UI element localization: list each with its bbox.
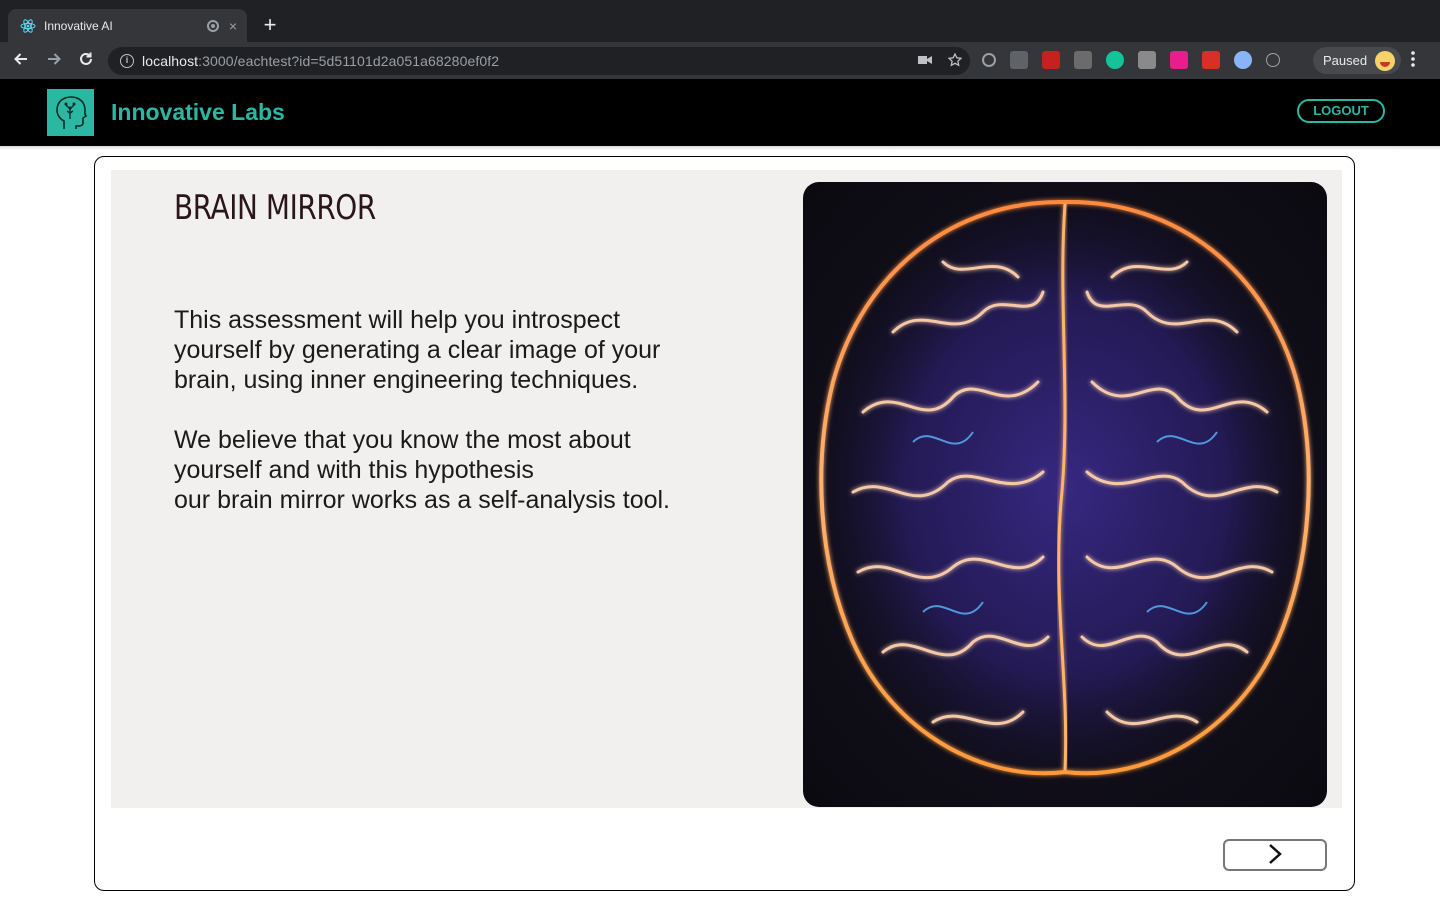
url-path: :3000/eachtest?id=5d51101d2a051a68280ef0… xyxy=(198,53,500,69)
reload-icon[interactable] xyxy=(75,50,97,72)
brand-name[interactable]: Innovative Labs xyxy=(111,99,285,126)
extension-red-icon[interactable] xyxy=(1202,51,1220,69)
browser-tabstrip: Innovative AI × + xyxy=(0,0,1440,42)
react-favicon-icon xyxy=(20,18,36,34)
header-shadow xyxy=(0,146,1440,150)
extension-lock-icon[interactable] xyxy=(1138,51,1156,69)
extension-blue-icon[interactable] xyxy=(1234,51,1252,69)
extension-clock-icon[interactable] xyxy=(1266,53,1280,67)
media-playing-icon xyxy=(206,19,219,32)
tab-close-icon[interactable]: × xyxy=(229,19,237,33)
extension-w-icon[interactable] xyxy=(1170,51,1188,69)
url-host: localhost xyxy=(142,53,199,69)
forward-arrow-icon[interactable] xyxy=(43,50,65,72)
brain-illustration-image xyxy=(803,182,1327,807)
paragraph-line: yourself and with this hypothesis xyxy=(174,456,534,484)
app-header: Innovative Labs LOGOUT xyxy=(0,79,1440,146)
star-icon[interactable] xyxy=(947,52,963,70)
chevron-right-icon xyxy=(1267,843,1283,868)
assessment-card: BRAIN MIRROR This assessment will help y… xyxy=(94,156,1355,891)
profile-avatar-icon xyxy=(1375,50,1396,71)
browser-toolbar: i localhost:3000/eachtest?id=5d51101d2a0… xyxy=(0,42,1440,79)
address-bar[interactable]: i localhost:3000/eachtest?id=5d51101d2a0… xyxy=(108,47,970,75)
logout-button[interactable]: LOGOUT xyxy=(1297,99,1385,123)
browser-tab[interactable]: Innovative AI × xyxy=(8,9,247,42)
back-arrow-icon[interactable] xyxy=(10,50,32,72)
profile-button[interactable]: Paused xyxy=(1313,47,1401,74)
tab-title: Innovative AI xyxy=(44,18,113,33)
extension-chart-icon[interactable] xyxy=(1042,51,1060,69)
profile-label: Paused xyxy=(1323,53,1368,68)
extension-tb-icon[interactable] xyxy=(1010,51,1028,69)
extension-reload-icon[interactable] xyxy=(982,53,996,67)
url-text: localhost:3000/eachtest?id=5d51101d2a051… xyxy=(142,53,499,69)
paragraph-line: our brain mirror works as a self-analysi… xyxy=(174,486,670,514)
paragraph-line: This assessment will help you introspect xyxy=(174,306,621,334)
paragraph-line: yourself by generating a clear image of … xyxy=(174,336,661,364)
kebab-menu-icon[interactable] xyxy=(1410,50,1416,73)
extension-grammarly-icon[interactable] xyxy=(1106,51,1124,69)
camera-icon[interactable] xyxy=(918,53,932,70)
intro-paragraph-1: This assessment will help you introspect… xyxy=(174,305,734,395)
extensions-row xyxy=(982,51,1280,69)
paragraph-line: brain, using inner engineering technique… xyxy=(174,366,639,394)
intro-paragraph-2: We believe that you know the most about … xyxy=(174,425,734,515)
intro-panel: BRAIN MIRROR This assessment will help y… xyxy=(111,170,1342,808)
next-button[interactable] xyxy=(1223,839,1327,871)
info-icon[interactable]: i xyxy=(120,54,134,68)
extension-es-icon[interactable] xyxy=(1074,51,1092,69)
brain-head-logo-icon[interactable] xyxy=(47,89,94,136)
new-tab-button[interactable]: + xyxy=(256,12,284,40)
paragraph-line: We believe that you know the most about xyxy=(174,426,631,454)
omnibox-icons xyxy=(918,52,963,70)
page-title: BRAIN MIRROR xyxy=(174,188,376,228)
